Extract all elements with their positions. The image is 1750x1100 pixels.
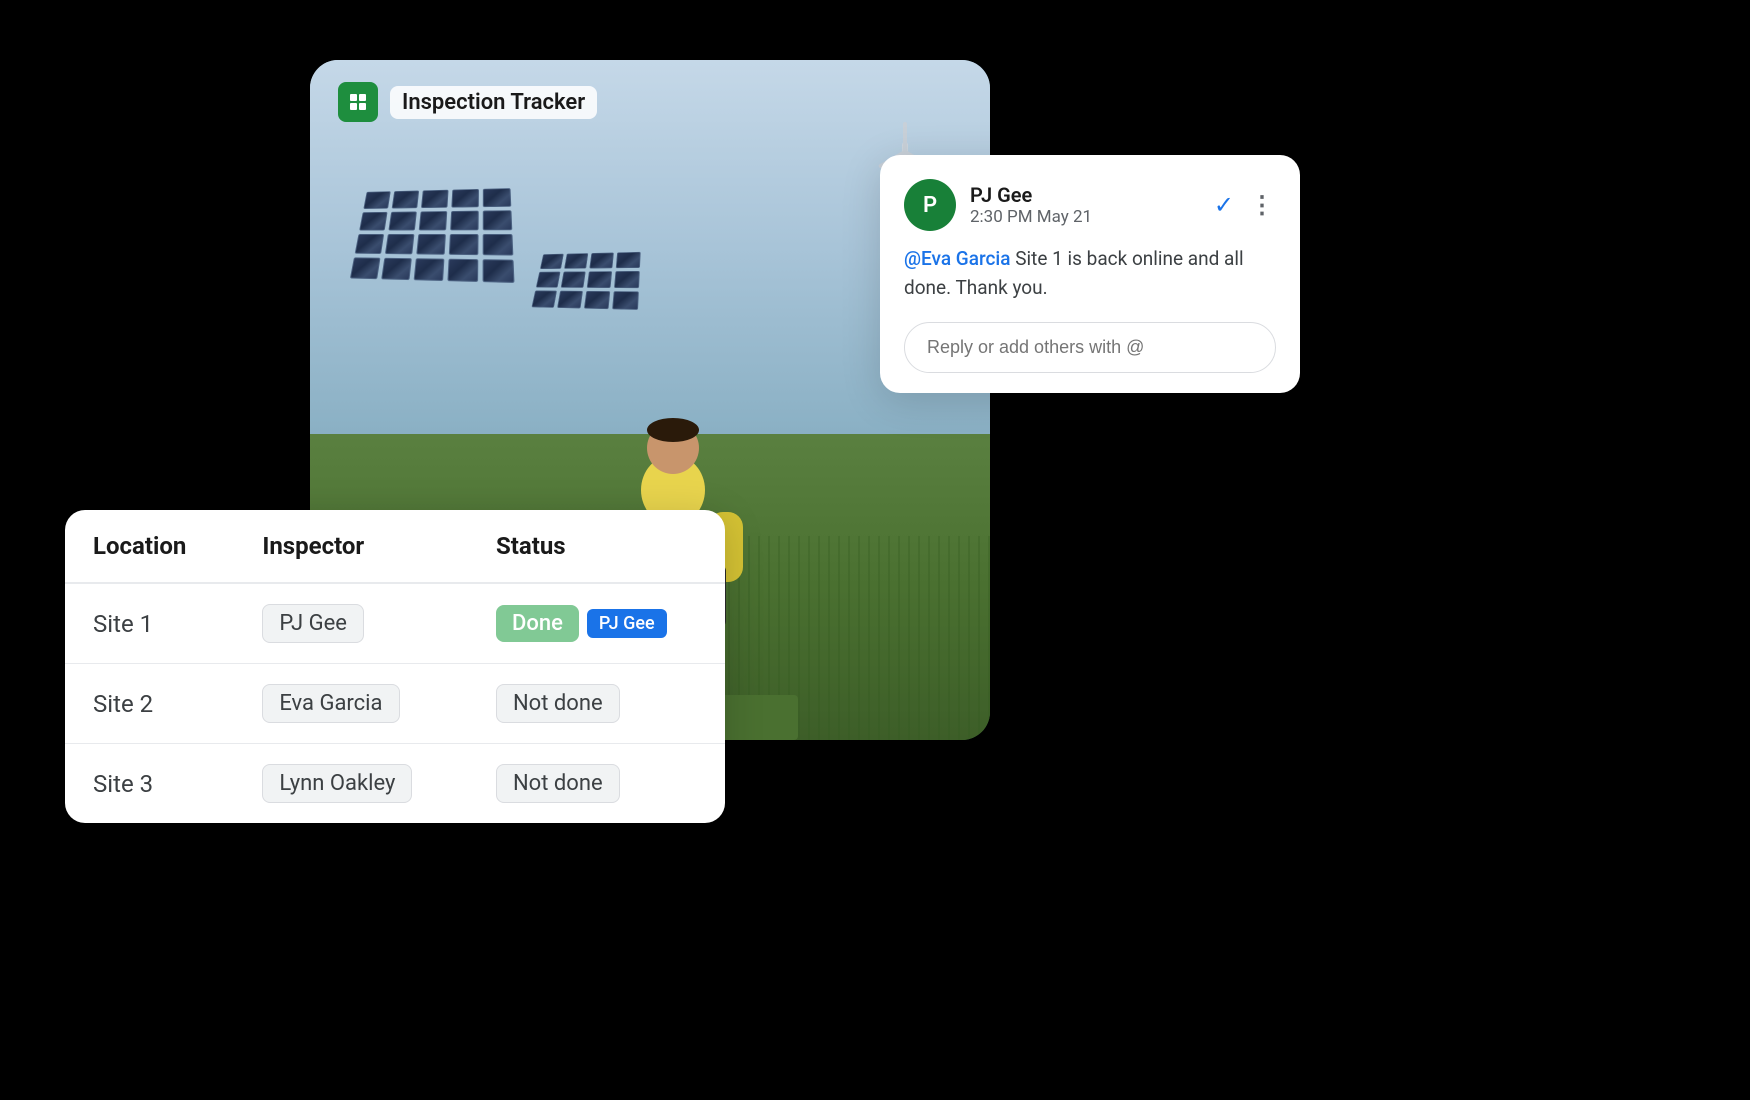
table-card: Location Inspector Status Site 1PJ GeeDo… <box>65 510 725 823</box>
cell-location: Site 1 <box>65 583 234 664</box>
comment-card: P PJ Gee 2:30 PM May 21 ✓ ⋮ @Eva Garcia … <box>880 155 1300 393</box>
comment-actions: ✓ ⋮ <box>1214 191 1276 219</box>
inspector-chip: PJ Gee <box>262 604 364 643</box>
col-header-inspector: Inspector <box>234 510 468 583</box>
reply-input[interactable] <box>904 322 1276 373</box>
user-tag: PJ Gee <box>587 609 667 638</box>
cell-location: Site 3 <box>65 744 234 824</box>
table-row: Site 3 Lynn Oakley Not done <box>65 744 725 824</box>
col-header-status: Status <box>468 510 725 583</box>
table-header-row: Location Inspector Status <box>65 510 725 583</box>
avatar: P <box>904 179 956 231</box>
cell-status: Done PJ Gee <box>468 583 725 664</box>
status-chip: Not done <box>496 764 620 803</box>
status-chip: Done <box>496 605 579 642</box>
commenter-name: PJ Gee <box>970 183 1092 207</box>
cell-status: Not done <box>468 664 725 744</box>
comment-meta: PJ Gee 2:30 PM May 21 <box>970 183 1092 227</box>
more-options-icon[interactable]: ⋮ <box>1250 191 1276 219</box>
cell-status: Not done <box>468 744 725 824</box>
comment-header: P PJ Gee 2:30 PM May 21 ✓ ⋮ <box>904 179 1276 231</box>
scene: Inspection Tracker Location Inspector St… <box>0 0 1750 1100</box>
status-chip: Not done <box>496 684 620 723</box>
inspector-chip: Eva Garcia <box>262 684 399 723</box>
cell-inspector: Lynn Oakley <box>234 744 468 824</box>
app-icon <box>338 82 378 122</box>
table-row: Site 2 Eva Garcia Not done <box>65 664 725 744</box>
app-header: Inspection Tracker <box>338 82 597 122</box>
col-header-location: Location <box>65 510 234 583</box>
comment-time: 2:30 PM May 21 <box>970 207 1092 227</box>
check-icon[interactable]: ✓ <box>1214 191 1234 219</box>
cell-location: Site 2 <box>65 664 234 744</box>
comment-body: @Eva Garcia Site 1 is back online and al… <box>904 245 1276 302</box>
app-title: Inspection Tracker <box>390 86 597 119</box>
cell-inspector: PJ Gee <box>234 583 468 664</box>
comment-user-row: P PJ Gee 2:30 PM May 21 <box>904 179 1092 231</box>
inspector-chip: Lynn Oakley <box>262 764 412 803</box>
cell-inspector: Eva Garcia <box>234 664 468 744</box>
data-table: Location Inspector Status Site 1PJ GeeDo… <box>65 510 725 823</box>
table-row: Site 1 PJ Gee Done PJ Gee <box>65 583 725 664</box>
comment-mention: @Eva Garcia <box>904 247 1011 270</box>
